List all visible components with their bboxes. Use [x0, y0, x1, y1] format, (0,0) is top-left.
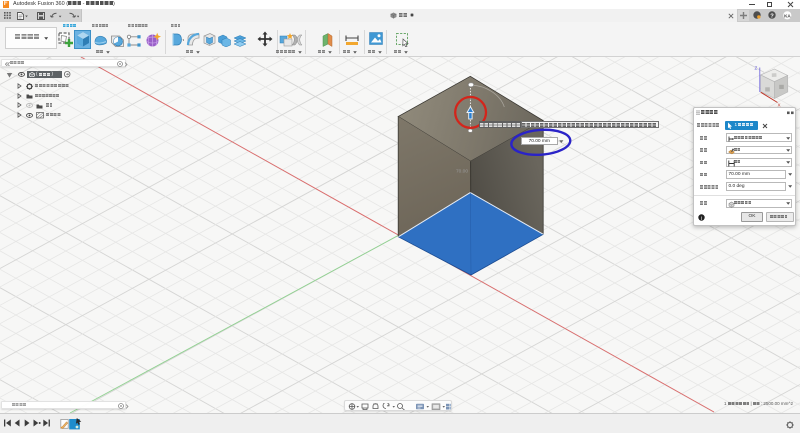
svg-text:Z: Z — [755, 66, 758, 71]
svg-text:?: ? — [770, 14, 774, 20]
svg-text:i: i — [700, 215, 701, 220]
svg-text:70.00: 70.00 — [456, 169, 468, 175]
svg-text:KA: KA — [784, 13, 791, 18]
